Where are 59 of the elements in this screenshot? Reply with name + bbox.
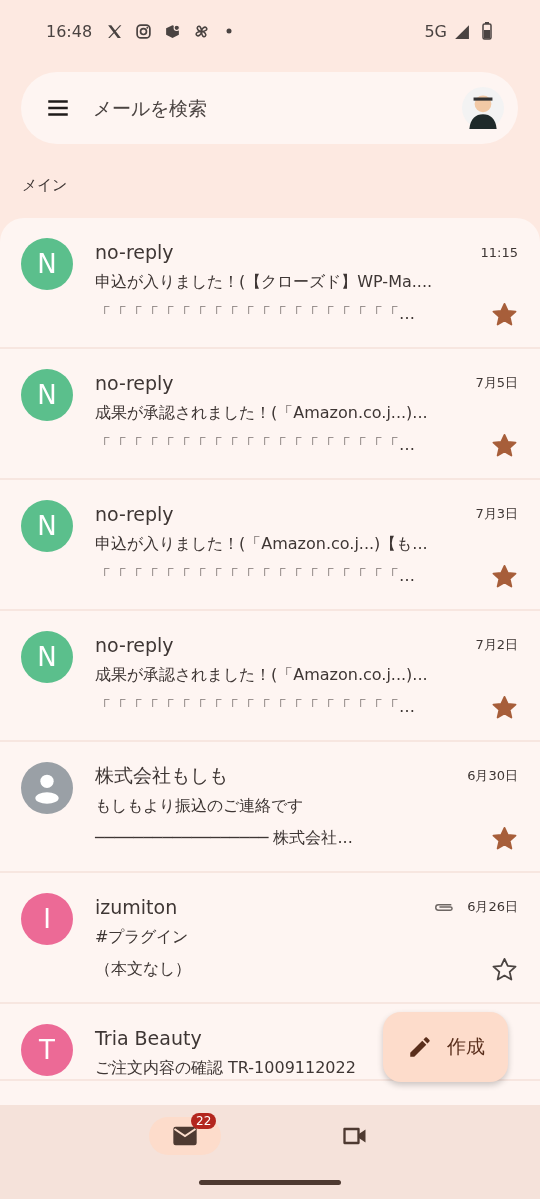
email-snippet: ────────────────── 株式会社... [95,828,353,849]
battery-icon [482,22,492,40]
status-time: 16:48 [46,21,93,41]
email-row[interactable]: N no-reply 7月2日 成果が承認されました！(「Amazon.co.j...)... 「「「「「「「「「「「「「「「「「「「… [0,611,540,742]
network-label: 5G [424,21,447,41]
sender-name: no-reply [95,241,174,263]
email-date: 7月5日 [475,374,518,392]
email-row[interactable]: N no-reply 7月5日 成果が承認されました！(「Amazon.co.j...)... 「「「「「「「「「「「「「「「「「「「… [0,349,540,480]
sender-name: no-reply [95,503,174,525]
email-row[interactable]: I izumiton 6月26日 #プラグイン （本文なし） [0,873,540,1004]
account-avatar-icon[interactable] [462,87,504,129]
email-date: 6月26日 [467,898,518,916]
sender-name: izumiton [95,896,178,918]
sender-avatar: T [21,1024,73,1076]
envelope-icon [171,1124,199,1148]
email-subject: 申込が入りました！(【クローズド】WP-Ma.... [95,272,434,293]
email-subject: もしもより振込のご連絡です [95,796,304,817]
star-filled-icon[interactable] [491,694,518,721]
email-snippet: 「「「「「「「「「「「「「「「「「「「… [95,435,415,456]
email-date: 7月2日 [475,636,518,654]
pinwheel-icon [193,22,211,40]
star-filled-icon[interactable] [491,825,518,852]
email-subject: #プラグイン [95,927,190,948]
x-logo-icon [106,22,124,40]
sender-avatar: I [21,893,73,945]
unread-count-badge: 22 [191,1113,217,1129]
sender-name: 株式会社もしも [95,763,228,788]
section-title: メイン [21,175,68,196]
search-field[interactable]: メールを検索 [91,96,442,120]
email-row[interactable]: 株式会社もしも 6月30日 もしもより振込のご連絡です ────────────────── 株式会社... [0,742,540,873]
sender-name: no-reply [95,634,174,656]
star-filled-icon[interactable] [491,301,518,328]
cube-icon [164,22,182,40]
email-date: 11:15 [480,244,518,260]
email-snippet: （本文なし） [95,959,191,980]
sender-name: no-reply [95,372,174,394]
email-subject: 申込が入りました！(「Amazon.co.j...)【も... [95,534,429,555]
sender-avatar: N [21,369,73,421]
email-row[interactable]: N no-reply 7月3日 申込が入りました！(「Amazon.co.j...)【も... 「「「「「「「「「「「「「「「「「「「… [0,480,540,611]
sender-name: Tria Beauty [95,1027,202,1049]
email-snippet: 「「「「「「「「「「「「「「「「「「「… [95,566,415,587]
compose-button[interactable]: 作成 [383,1012,508,1082]
email-subject: ご注文内容の確認 TR-1009112022 [95,1058,357,1079]
star-outline-icon[interactable] [491,956,518,983]
email-date: 6月30日 [467,767,518,785]
search-bar[interactable]: メールを検索 [21,72,518,144]
star-filled-icon[interactable] [491,563,518,590]
email-subject: 成果が承認されました！(「Amazon.co.j...)... [95,665,429,686]
notification-dot-icon [226,28,233,34]
camera-outline-icon [135,22,153,40]
star-filled-icon[interactable] [491,432,518,459]
email-snippet: 「「「「「「「「「「「「「「「「「「「… [95,304,415,325]
sender-avatar: N [21,631,73,683]
email-subject: 成果が承認されました！(「Amazon.co.j...)... [95,403,429,424]
email-date: 7月3日 [475,505,518,523]
email-snippet: 「「「「「「「「「「「「「「「「「「「… [95,697,415,718]
sender-avatar: N [21,500,73,552]
sender-avatar: N [21,238,73,290]
email-row[interactable]: N no-reply 11:15 申込が入りました！(【クローズド】WP-Ma.... 「「「「「「「「「「「「「「「「「「「… [0,218,540,349]
